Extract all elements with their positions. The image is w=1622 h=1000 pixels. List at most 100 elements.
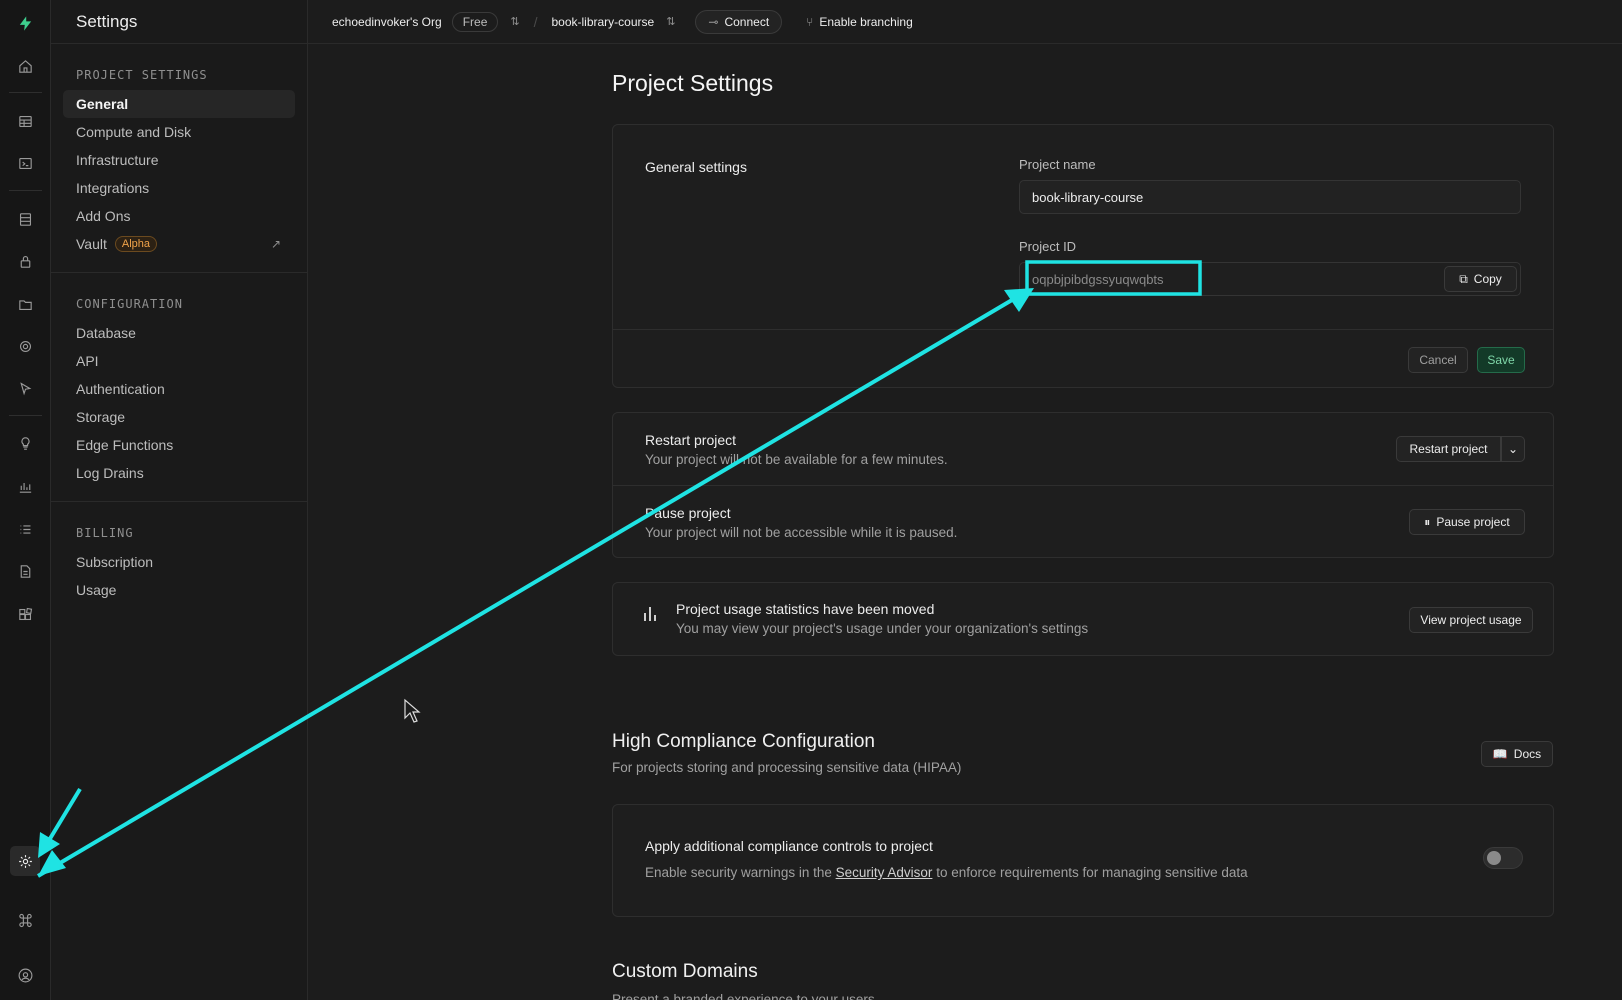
view-project-usage-button[interactable]: View project usage bbox=[1409, 607, 1533, 633]
storage-icon[interactable] bbox=[12, 291, 38, 317]
project-actions-card: Restart project Your project will not be… bbox=[612, 412, 1554, 558]
sidebar-item-subscription[interactable]: Subscription bbox=[63, 548, 295, 576]
logo-icon[interactable] bbox=[12, 10, 38, 36]
restart-options-chevron-down-icon[interactable]: ⌄ bbox=[1501, 436, 1525, 462]
compliance-desc-post: to enforce requirements for managing sen… bbox=[936, 865, 1248, 880]
chevron-updown-icon[interactable]: ⇅ bbox=[666, 15, 675, 28]
sidebar-section-billing: BILLING Subscription Usage bbox=[51, 502, 307, 618]
external-link-icon: ↗ bbox=[270, 237, 281, 251]
security-advisor-link[interactable]: Security Advisor bbox=[836, 865, 933, 880]
book-icon: 📖 bbox=[1492, 747, 1508, 761]
project-name-input[interactable]: book-library-course bbox=[1019, 180, 1521, 214]
settings-gear-icon[interactable] bbox=[10, 846, 40, 876]
usage-moved-title: Project usage statistics have been moved bbox=[676, 601, 935, 617]
sidebar-item-authentication[interactable]: Authentication bbox=[63, 375, 295, 403]
sidebar-item-label: Database bbox=[76, 325, 136, 341]
compliance-card: Apply additional compliance controls to … bbox=[612, 804, 1554, 917]
sidebar-item-infrastructure[interactable]: Infrastructure bbox=[63, 146, 295, 174]
project-selector[interactable]: book-library-course bbox=[551, 15, 654, 29]
sql-editor-icon[interactable] bbox=[12, 150, 38, 176]
org-selector[interactable]: echoedinvoker's Org bbox=[332, 15, 442, 29]
sidebar-item-label: Authentication bbox=[76, 381, 165, 397]
cancel-button[interactable]: Cancel bbox=[1408, 347, 1468, 373]
command-icon[interactable] bbox=[12, 907, 38, 933]
app-window: Settings PROJECT SETTINGS General Comput… bbox=[0, 0, 1622, 1000]
view-project-usage-label: View project usage bbox=[1420, 613, 1522, 627]
sidebar-item-general[interactable]: General bbox=[63, 90, 295, 118]
pause-project-description: Your project will not be accessible whil… bbox=[645, 525, 958, 540]
reports-chart-icon[interactable] bbox=[12, 473, 38, 499]
restart-project-title: Restart project bbox=[645, 432, 737, 448]
sidebar-item-label: Log Drains bbox=[76, 465, 144, 481]
compliance-subheading: For projects storing and processing sens… bbox=[612, 760, 962, 775]
enable-branching-label: Enable branching bbox=[819, 14, 913, 29]
sidebar-item-log-drains[interactable]: Log Drains bbox=[63, 459, 295, 487]
sidebar-item-vault[interactable]: Vault Alpha ↗ bbox=[63, 230, 295, 258]
sidebar-item-label: Add Ons bbox=[76, 208, 131, 224]
auth-lock-icon[interactable] bbox=[12, 248, 38, 274]
sidebar-item-compute-and-disk[interactable]: Compute and Disk bbox=[63, 118, 295, 146]
enable-branching-button[interactable]: ⑂ Enable branching bbox=[806, 15, 913, 29]
api-docs-icon[interactable] bbox=[12, 558, 38, 584]
general-settings-card: General settings Project name book-libra… bbox=[612, 124, 1554, 388]
sidebar-item-storage[interactable]: Storage bbox=[63, 403, 295, 431]
copy-button[interactable]: ⧉ Copy bbox=[1444, 266, 1517, 292]
custom-domains-heading: Custom Domains bbox=[612, 961, 758, 982]
connect-button[interactable]: ⊸ Connect bbox=[695, 9, 783, 34]
account-icon[interactable] bbox=[12, 962, 38, 988]
sidebar-item-integrations[interactable]: Integrations bbox=[63, 174, 295, 202]
table-editor-icon[interactable] bbox=[12, 108, 38, 134]
save-button[interactable]: Save bbox=[1477, 347, 1525, 373]
compliance-toggle[interactable] bbox=[1483, 847, 1523, 869]
section-title: PROJECT SETTINGS bbox=[76, 68, 208, 82]
main-content: Project Settings General settings Projec… bbox=[308, 44, 1622, 1000]
sidebar-section-project-settings: PROJECT SETTINGS General Compute and Dis… bbox=[51, 44, 307, 273]
edge-functions-icon[interactable] bbox=[12, 375, 38, 401]
usage-moved-description: You may view your project's usage under … bbox=[676, 621, 1089, 636]
integrations-icon[interactable] bbox=[12, 601, 38, 627]
copy-label: Copy bbox=[1473, 272, 1502, 286]
bar-chart-icon bbox=[641, 603, 659, 626]
sidebar-item-label: Subscription bbox=[76, 554, 154, 570]
chevron-updown-icon[interactable]: ⇅ bbox=[510, 15, 519, 28]
advisors-bulb-icon[interactable] bbox=[12, 430, 38, 456]
connect-label: Connect bbox=[724, 14, 770, 29]
project-name-label: Project name bbox=[1019, 157, 1096, 172]
realtime-icon[interactable] bbox=[12, 333, 38, 359]
compliance-card-title: Apply additional compliance controls to … bbox=[645, 838, 933, 854]
breadcrumb-separator: / bbox=[533, 13, 538, 30]
docs-button[interactable]: 📖 Docs bbox=[1481, 741, 1553, 767]
sidebar-item-label: General bbox=[76, 96, 129, 112]
general-settings-label: General settings bbox=[645, 159, 747, 175]
usage-moved-card: Project usage statistics have been moved… bbox=[612, 582, 1554, 656]
sidebar-item-label: Compute and Disk bbox=[76, 124, 192, 140]
compliance-desc-pre: Enable security warnings in the bbox=[645, 865, 832, 880]
sidebar-item-label: Infrastructure bbox=[76, 152, 159, 168]
sidebar-item-label: API bbox=[76, 353, 99, 369]
sidebar-item-label: Edge Functions bbox=[76, 437, 174, 453]
project-id-label: Project ID bbox=[1019, 239, 1077, 254]
sidebar-section-configuration: CONFIGURATION Database API Authenticatio… bbox=[51, 273, 307, 502]
restart-project-label: Restart project bbox=[1409, 442, 1488, 456]
sidebar-item-label: Usage bbox=[76, 582, 117, 598]
sidebar-item-add-ons[interactable]: Add Ons bbox=[63, 202, 295, 230]
docs-label: Docs bbox=[1513, 747, 1542, 761]
sidebar-item-api[interactable]: API bbox=[63, 347, 295, 375]
sidebar-item-label: Vault bbox=[76, 236, 107, 252]
pause-icon: ⏸ bbox=[1424, 514, 1431, 529]
settings-sidebar: Settings PROJECT SETTINGS General Comput… bbox=[51, 0, 308, 1000]
pause-project-button[interactable]: ⏸ Pause project bbox=[1409, 509, 1525, 535]
logs-list-icon[interactable] bbox=[12, 516, 38, 542]
sidebar-item-label: Integrations bbox=[76, 180, 150, 196]
pause-project-label: Pause project bbox=[1436, 515, 1510, 529]
home-icon[interactable] bbox=[12, 53, 38, 79]
restart-project-button[interactable]: Restart project bbox=[1396, 436, 1501, 462]
compliance-heading: High Compliance Configuration bbox=[612, 731, 875, 752]
restart-project-description: Your project will not be available for a… bbox=[645, 452, 948, 467]
database-icon[interactable] bbox=[12, 206, 38, 232]
project-name-value: book-library-course bbox=[1032, 189, 1144, 205]
sidebar-item-database[interactable]: Database bbox=[63, 319, 295, 347]
icon-rail bbox=[0, 0, 51, 1000]
sidebar-item-edge-functions[interactable]: Edge Functions bbox=[63, 431, 295, 459]
sidebar-item-usage[interactable]: Usage bbox=[63, 576, 295, 604]
